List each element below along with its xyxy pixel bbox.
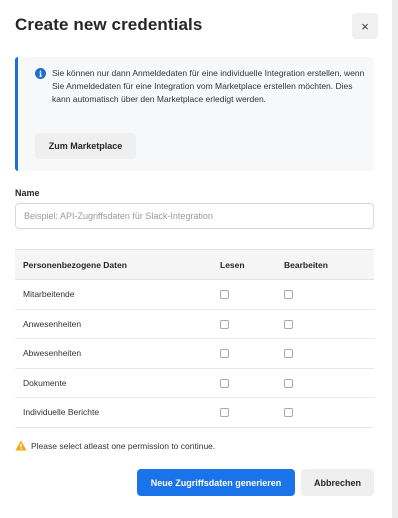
info-callout: i Sie können nur dann Anmeldedaten für e… bbox=[15, 57, 374, 171]
permission-warning: Please select atleast one permission to … bbox=[15, 440, 215, 451]
header-personal-data: Personenbezogene Daten bbox=[15, 249, 220, 280]
table-row: Mitarbeitende bbox=[15, 279, 374, 310]
table-row: Individuelle Berichte bbox=[15, 397, 374, 428]
info-text: Sie können nur dann Anmeldedaten für ein… bbox=[52, 68, 365, 104]
generate-credentials-button[interactable]: Neue Zugriffsdaten generieren bbox=[137, 469, 295, 496]
read-checkbox-anwesenheiten[interactable] bbox=[220, 319, 229, 329]
name-input[interactable] bbox=[15, 203, 374, 229]
table-row: Abwesenheiten bbox=[15, 338, 374, 369]
header-read: Lesen bbox=[220, 249, 284, 280]
dialog-title: Create new credentials bbox=[15, 15, 203, 34]
row-label: Abwesenheiten bbox=[15, 338, 220, 369]
edit-checkbox-mitarbeitende[interactable] bbox=[284, 290, 293, 300]
close-button[interactable]: × bbox=[352, 13, 378, 39]
read-checkbox-berichte[interactable] bbox=[220, 408, 229, 418]
row-label: Mitarbeitende bbox=[15, 279, 220, 310]
edit-checkbox-abwesenheiten[interactable] bbox=[284, 349, 293, 359]
close-icon: × bbox=[361, 18, 369, 34]
create-credentials-dialog: Create new credentials × i Sie können nu… bbox=[0, 0, 392, 518]
table-row: Anwesenheiten bbox=[15, 309, 374, 339]
marketplace-button[interactable]: Zum Marketplace bbox=[35, 133, 136, 159]
edit-checkbox-berichte[interactable] bbox=[284, 408, 293, 418]
name-label: Name bbox=[15, 188, 40, 198]
warning-text: Please select atleast one permission to … bbox=[31, 440, 216, 451]
read-checkbox-mitarbeitende[interactable] bbox=[220, 290, 229, 300]
dialog-header: Create new credentials × bbox=[15, 13, 378, 39]
row-label: Anwesenheiten bbox=[15, 309, 220, 339]
permissions-table: Personenbezogene Daten Lesen Bearbeiten … bbox=[15, 249, 374, 428]
info-icon: i bbox=[35, 68, 46, 79]
header-edit: Bearbeiten bbox=[284, 249, 374, 280]
warning-icon bbox=[15, 440, 27, 451]
edit-checkbox-anwesenheiten[interactable] bbox=[284, 319, 293, 329]
row-label: Individuelle Berichte bbox=[15, 397, 220, 428]
read-checkbox-abwesenheiten[interactable] bbox=[220, 349, 229, 359]
cancel-button[interactable]: Abbrechen bbox=[301, 469, 374, 496]
table-row: Dokumente bbox=[15, 368, 374, 398]
edit-checkbox-dokumente[interactable] bbox=[284, 378, 293, 388]
permissions-header-row: Personenbezogene Daten Lesen Bearbeiten bbox=[15, 249, 374, 280]
row-label: Dokumente bbox=[15, 368, 220, 398]
read-checkbox-dokumente[interactable] bbox=[220, 378, 229, 388]
